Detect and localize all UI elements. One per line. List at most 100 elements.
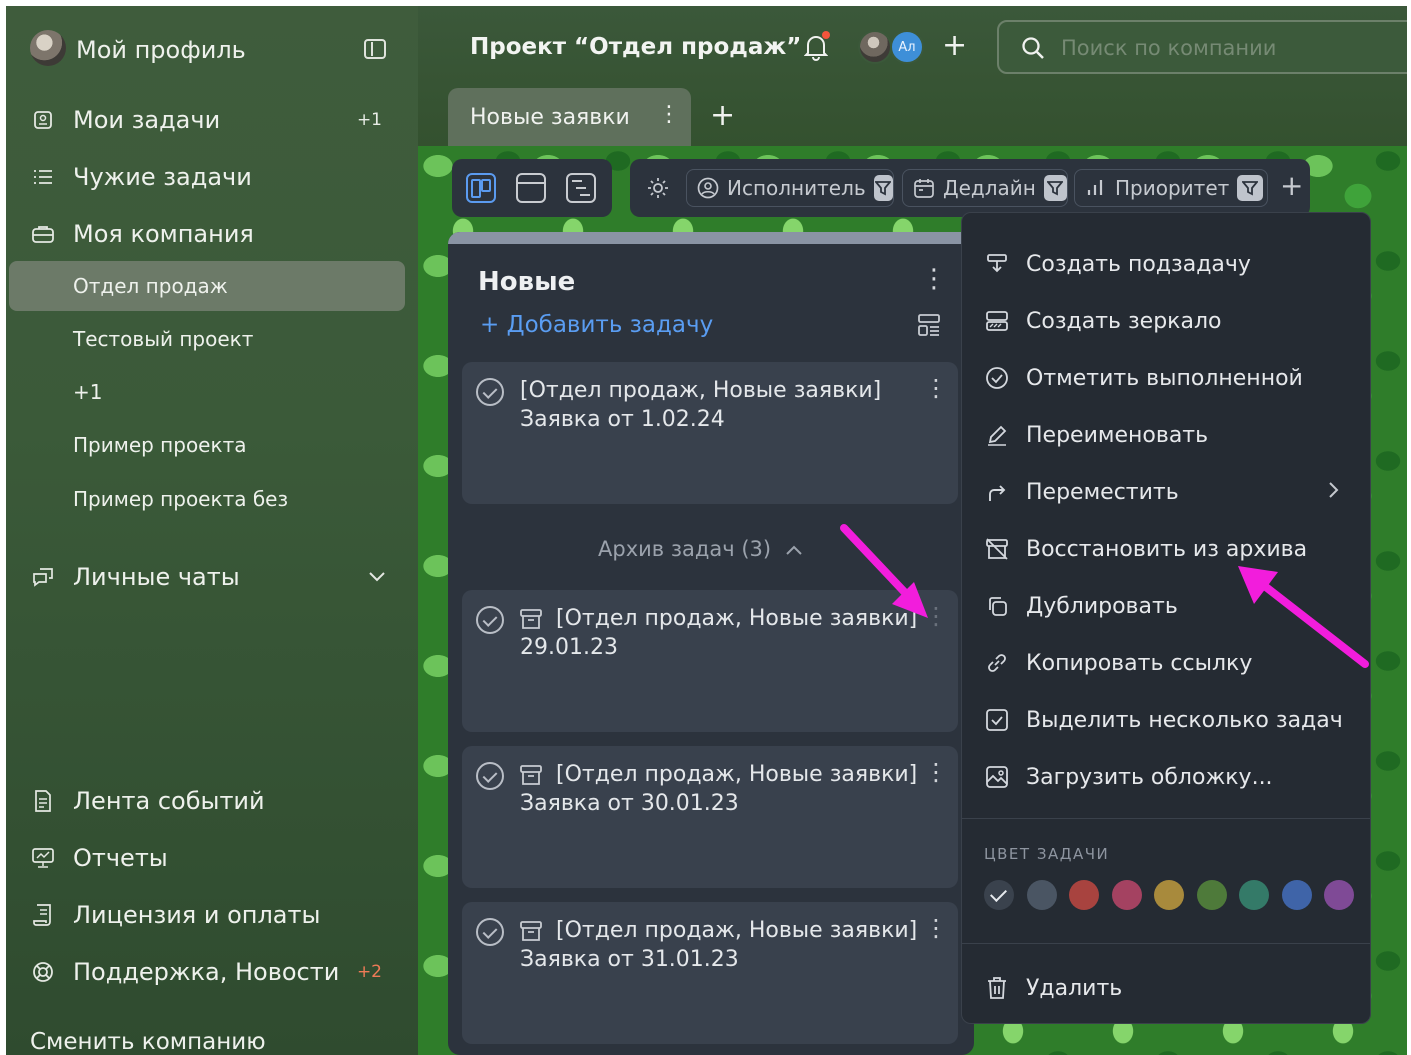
menu-item-label: Создать зеркало: [1026, 308, 1222, 334]
image-icon: [984, 764, 1010, 790]
feed-icon: [32, 790, 54, 812]
menu-item-move[interactable]: Переместить: [962, 467, 1370, 517]
add-task-button[interactable]: + Добавить задачу: [480, 312, 713, 338]
member-avatar[interactable]: [858, 30, 892, 64]
sidebar-project-more[interactable]: +1: [6, 377, 418, 407]
sidebar-project-example[interactable]: Пример проекта: [6, 430, 418, 460]
color-swatch[interactable]: [1111, 880, 1142, 910]
add-member-button[interactable]: +: [942, 28, 967, 63]
menu-item-label: Копировать ссылку: [1026, 650, 1253, 676]
menu-item-label: Удалить: [1026, 975, 1123, 1001]
add-tab-button[interactable]: +: [710, 98, 735, 133]
calendar-view-icon[interactable]: [516, 173, 546, 203]
avatar: [30, 30, 66, 66]
sidebar-item-support[interactable]: Поддержка, Новости +2: [6, 952, 418, 992]
sidebar-item-chats[interactable]: Личные чаты: [6, 557, 418, 597]
filter-deadline[interactable]: Дедлайн: [902, 169, 1068, 207]
menu-divider: [962, 943, 1370, 944]
subtask-icon: [984, 251, 1010, 277]
chevron-down-icon[interactable]: [368, 568, 386, 587]
funnel-icon[interactable]: [1043, 175, 1067, 201]
sidebar-item-my-tasks[interactable]: Мои задачи +1: [6, 100, 418, 140]
color-swatch[interactable]: [1281, 880, 1312, 910]
sidebar-project-label: +1: [73, 380, 103, 404]
menu-item-rename[interactable]: Переименовать: [962, 410, 1370, 460]
funnel-icon[interactable]: [873, 175, 893, 201]
menu-item-create-mirror[interactable]: Создать зеркало: [962, 296, 1370, 346]
task-context-menu: Создать подзадачу Создать зеркало Отмети…: [961, 212, 1371, 1024]
sidebar-profile[interactable]: Мой профиль: [6, 30, 418, 70]
menu-item-upload-cover[interactable]: Загрузить обложку...: [962, 752, 1370, 802]
menu-item-duplicate[interactable]: Дублировать: [962, 581, 1370, 631]
menu-item-restore-from-archive[interactable]: Восстановить из архива: [962, 524, 1370, 574]
bars-icon: [1085, 177, 1107, 199]
menu-item-create-subtask[interactable]: Создать подзадачу: [962, 239, 1370, 289]
collapse-sidebar-icon[interactable]: [364, 39, 386, 59]
switch-company-label: Сменить компанию: [30, 1029, 266, 1055]
sidebar-project-sales[interactable]: Отдел продаж: [6, 271, 418, 301]
archived-task-card[interactable]: [Отдел продаж, Новые заявки] Заявка от 3…: [462, 902, 958, 1044]
color-swatch[interactable]: [1196, 880, 1227, 910]
kanban-view-icon[interactable]: [466, 173, 496, 203]
more-vertical-icon[interactable]: ⋮: [924, 914, 948, 942]
funnel-icon[interactable]: [1237, 175, 1264, 201]
lifebuoy-icon: [32, 961, 54, 983]
color-swatch[interactable]: [1324, 880, 1354, 910]
sidebar-item-feed[interactable]: Лента событий: [6, 781, 418, 821]
check-circle-icon[interactable]: [476, 918, 504, 946]
sidebar-item-others-tasks[interactable]: Чужие задачи: [6, 157, 418, 197]
more-vertical-icon[interactable]: ⋮: [658, 102, 680, 127]
sidebar-project-test[interactable]: Тестовый проект: [6, 324, 418, 354]
task-card-title: [Отдел продаж, Новые заявки] Заявка от 3…: [520, 918, 918, 972]
check-circle-icon[interactable]: [476, 762, 504, 790]
color-swatch[interactable]: [1154, 880, 1184, 910]
add-filter-button[interactable]: +: [1280, 169, 1303, 202]
search-box[interactable]: [997, 20, 1407, 74]
more-vertical-icon[interactable]: ⋮: [921, 264, 947, 294]
sidebar: Мой профиль Мои задачи +1 Чужие задачи М…: [6, 6, 418, 1055]
trash-icon: [984, 975, 1010, 1001]
page-title: Проект “Отдел продаж”: [470, 34, 802, 60]
archive-toggle[interactable]: Архив задач (3): [598, 537, 802, 561]
more-vertical-icon[interactable]: ⋮: [924, 374, 948, 402]
search-input[interactable]: [1061, 34, 1401, 62]
sidebar-item-license[interactable]: Лицензия и оплаты: [6, 895, 418, 935]
color-swatch[interactable]: [1026, 880, 1057, 910]
briefcase-icon: [32, 223, 54, 245]
sidebar-project-example-without[interactable]: Пример проекта без: [6, 484, 418, 514]
color-swatch[interactable]: [1069, 880, 1099, 910]
archived-task-card[interactable]: [Отдел продаж, Новые заявки] 29.01.23 ⋮: [462, 590, 958, 732]
notification-dot: [822, 31, 830, 39]
tab-new-requests[interactable]: Новые заявки ⋮: [448, 88, 691, 146]
archived-task-card[interactable]: [Отдел продаж, Новые заявки] Заявка от 3…: [462, 746, 958, 888]
filter-assignee[interactable]: Исполнитель: [686, 169, 894, 207]
add-task-label: Добавить задачу: [506, 312, 714, 338]
menu-item-copy-link[interactable]: Копировать ссылку: [962, 638, 1370, 688]
gantt-view-icon[interactable]: [566, 173, 596, 203]
more-vertical-icon[interactable]: ⋮: [924, 602, 948, 630]
menu-item-label: Восстановить из архива: [1026, 536, 1308, 562]
switch-company-button[interactable]: Сменить компанию: [6, 1024, 418, 1055]
filter-label: Исполнитель: [727, 176, 866, 200]
filter-priority[interactable]: Приоритет: [1074, 169, 1268, 207]
check-circle-icon[interactable]: [476, 378, 504, 406]
color-swatch-selected[interactable]: [984, 880, 1014, 910]
list-icon: [32, 166, 54, 188]
task-card[interactable]: [Отдел продаж, Новые заявки] Заявка от 1…: [462, 362, 958, 504]
gear-icon[interactable]: [646, 176, 670, 200]
sidebar-item-my-company[interactable]: Моя компания: [6, 214, 418, 254]
member-avatar-initials[interactable]: Ал: [890, 30, 924, 64]
chevron-right-icon: [1328, 480, 1340, 505]
color-swatch[interactable]: [1239, 880, 1269, 910]
menu-item-label: Переместить: [1026, 479, 1179, 505]
card-layout-icon[interactable]: [918, 314, 940, 336]
more-vertical-icon[interactable]: ⋮: [924, 758, 948, 786]
check-circle-icon[interactable]: [476, 606, 504, 634]
menu-item-multi-select[interactable]: Выделить несколько задач: [962, 695, 1370, 745]
link-icon: [984, 650, 1010, 676]
menu-item-delete[interactable]: Удалить: [962, 963, 1370, 1013]
sidebar-item-reports[interactable]: Отчеты: [6, 838, 418, 878]
mirror-icon: [984, 308, 1010, 334]
menu-item-mark-done[interactable]: Отметить выполненной: [962, 353, 1370, 403]
multi-select-icon: [984, 707, 1010, 733]
